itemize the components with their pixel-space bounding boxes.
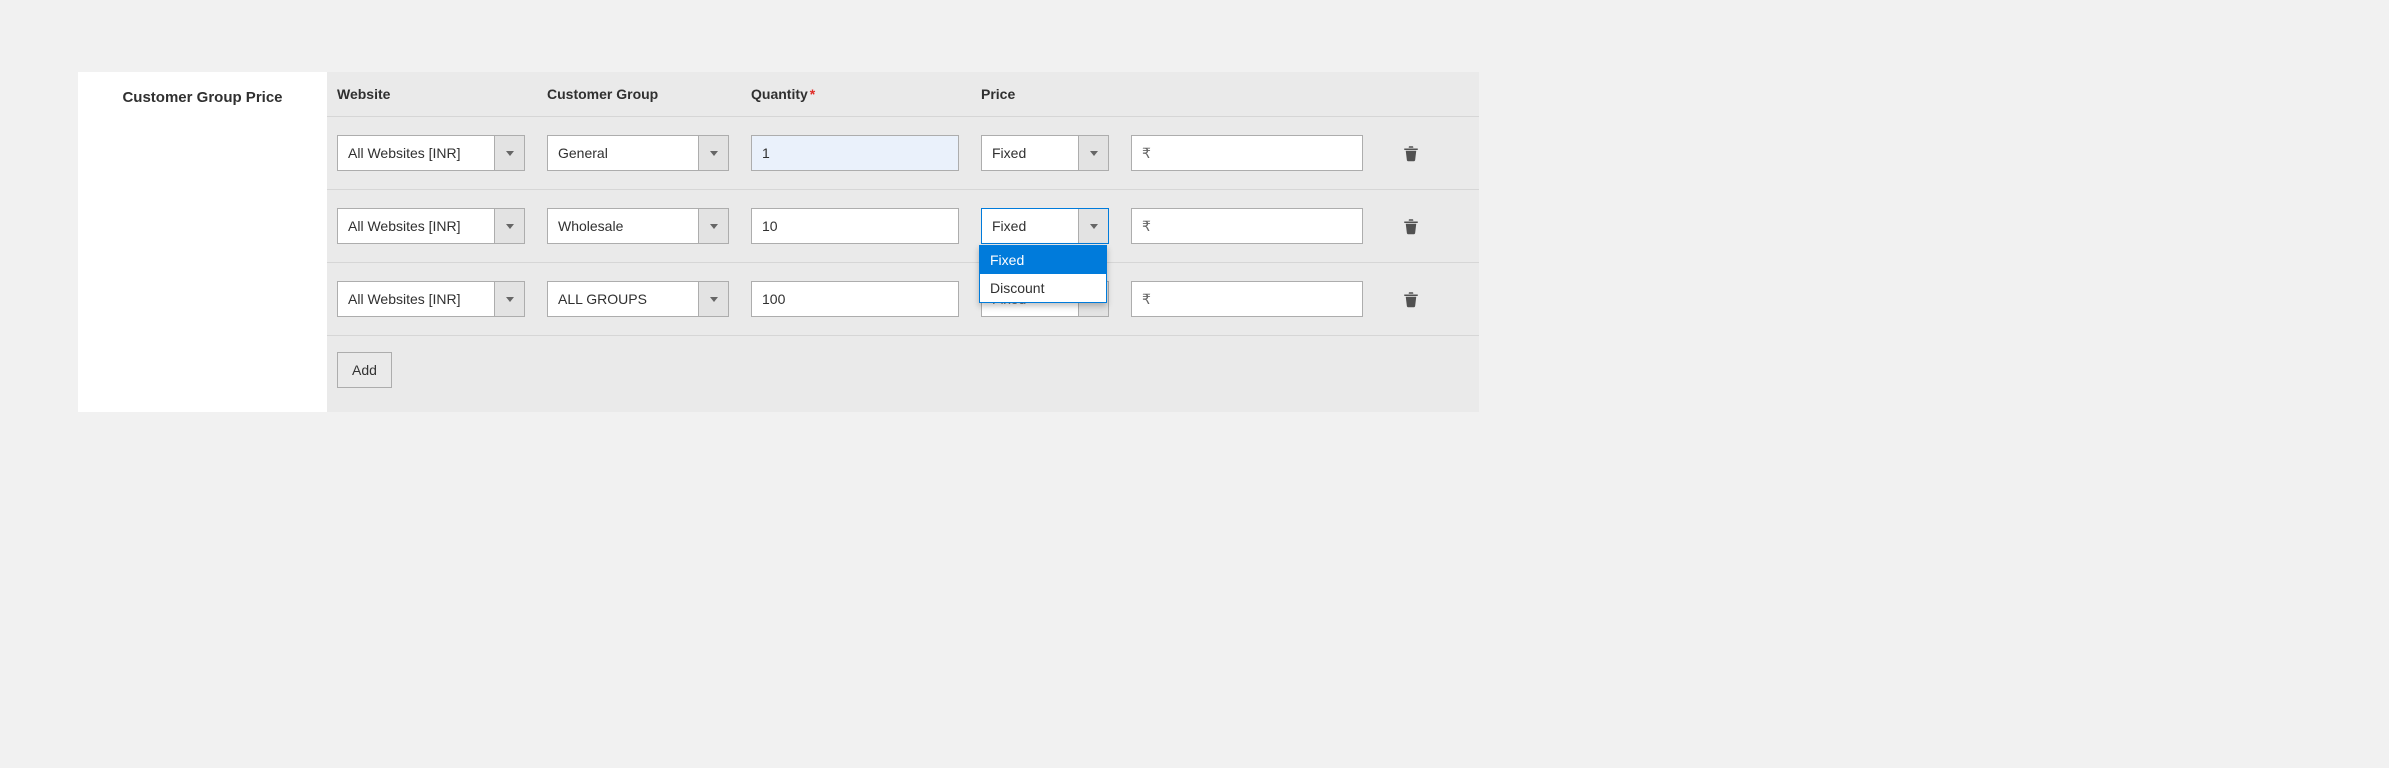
- customer-group-select[interactable]: Wholesale: [547, 208, 729, 244]
- dropdown-option-fixed[interactable]: Fixed: [980, 246, 1106, 274]
- trash-icon: [1402, 217, 1420, 235]
- col-header-quantity-text: Quantity: [751, 86, 808, 102]
- price-type-select[interactable]: Fixed: [981, 135, 1109, 171]
- price-type-select-button[interactable]: [1078, 136, 1108, 170]
- dropdown-option-discount[interactable]: Discount: [980, 274, 1106, 302]
- trash-icon: [1402, 144, 1420, 162]
- customer-group-select[interactable]: General: [547, 135, 729, 171]
- customer-group-select-button[interactable]: [698, 136, 728, 170]
- price-type-select-value: Fixed: [982, 209, 1078, 243]
- col-header-customer-group: Customer Group: [547, 86, 729, 102]
- price-type-select-button[interactable]: [1078, 209, 1108, 243]
- pricing-grid: Website Customer Group Quantity* Price A…: [327, 72, 1479, 412]
- delete-row-button[interactable]: [1393, 144, 1429, 162]
- table-row: All Websites [INR] General 1 Fixed ₹: [327, 117, 1479, 190]
- quantity-input[interactable]: 100: [751, 281, 959, 317]
- delete-row-button[interactable]: [1393, 290, 1429, 308]
- chevron-down-icon: [506, 151, 514, 156]
- price-input[interactable]: ₹: [1131, 208, 1363, 244]
- chevron-down-icon: [1090, 224, 1098, 229]
- customer-group-select-value: ALL GROUPS: [548, 282, 698, 316]
- quantity-input[interactable]: 10: [751, 208, 959, 244]
- price-input[interactable]: ₹: [1131, 135, 1363, 171]
- table-row: All Websites [INR] ALL GROUPS 100 Fixed …: [327, 263, 1479, 336]
- website-select-value: All Websites [INR]: [338, 136, 494, 170]
- chevron-down-icon: [1090, 151, 1098, 156]
- grid-header-row: Website Customer Group Quantity* Price: [327, 72, 1479, 117]
- website-select[interactable]: All Websites [INR]: [337, 208, 525, 244]
- customer-group-select-button[interactable]: [698, 282, 728, 316]
- chevron-down-icon: [710, 151, 718, 156]
- website-select-value: All Websites [INR]: [338, 282, 494, 316]
- required-asterisk: *: [810, 86, 815, 102]
- website-select[interactable]: All Websites [INR]: [337, 135, 525, 171]
- add-row-container: Add: [327, 336, 1479, 394]
- col-header-price: Price: [981, 86, 1321, 102]
- add-button[interactable]: Add: [337, 352, 392, 388]
- website-select-value: All Websites [INR]: [338, 209, 494, 243]
- website-select[interactable]: All Websites [INR]: [337, 281, 525, 317]
- website-select-button[interactable]: [494, 209, 524, 243]
- customer-group-select-button[interactable]: [698, 209, 728, 243]
- col-header-quantity: Quantity*: [751, 86, 959, 102]
- customer-group-select-value: General: [548, 136, 698, 170]
- table-row: All Websites [INR] Wholesale 10 Fixed ₹ …: [327, 190, 1479, 263]
- website-select-button[interactable]: [494, 282, 524, 316]
- customer-group-select[interactable]: ALL GROUPS: [547, 281, 729, 317]
- section-label-column: Customer Group Price: [78, 72, 327, 412]
- website-select-button[interactable]: [494, 136, 524, 170]
- chevron-down-icon: [506, 224, 514, 229]
- currency-symbol: ₹: [1142, 291, 1151, 308]
- price-type-select-value: Fixed: [982, 136, 1078, 170]
- delete-row-button[interactable]: [1393, 217, 1429, 235]
- quantity-input[interactable]: 1: [751, 135, 959, 171]
- price-input[interactable]: ₹: [1131, 281, 1363, 317]
- trash-icon: [1402, 290, 1420, 308]
- section-label: Customer Group Price: [122, 89, 282, 106]
- currency-symbol: ₹: [1142, 218, 1151, 235]
- currency-symbol: ₹: [1142, 145, 1151, 162]
- chevron-down-icon: [506, 297, 514, 302]
- customer-group-select-value: Wholesale: [548, 209, 698, 243]
- price-type-dropdown-listbox: Fixed Discount: [979, 245, 1107, 303]
- customer-group-price-panel: Customer Group Price Website Customer Gr…: [78, 72, 1479, 412]
- col-header-website: Website: [337, 86, 525, 102]
- price-type-select[interactable]: Fixed: [981, 208, 1109, 244]
- chevron-down-icon: [710, 297, 718, 302]
- chevron-down-icon: [710, 224, 718, 229]
